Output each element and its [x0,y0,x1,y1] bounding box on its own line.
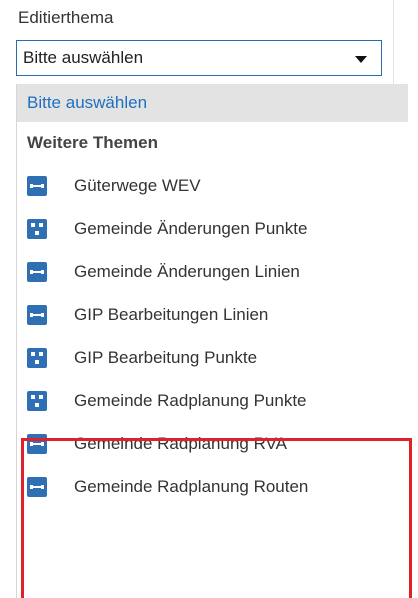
edit-theme-panel: Editierthema Bitte auswählen Bitte auswä… [0,0,418,598]
option-gemeinde-radplanung-punkte[interactable]: Gemeinde Radplanung Punkte [17,379,408,422]
chevron-down-icon[interactable] [355,56,367,63]
edit-theme-select[interactable]: Bitte auswählen [16,40,382,76]
option-label: GIP Bearbeitung Punkte [74,347,258,367]
divider [393,0,394,85]
group-header: Weitere Themen [27,133,159,152]
line-layer-icon [27,175,47,196]
dropdown-list: Bitte auswählen Weitere Themen Güterwege… [16,84,408,598]
option-label: GIP Bearbeitungen Linien [74,304,269,324]
option-label: Gemeinde Radplanung Routen [74,476,309,496]
line-layer-icon [27,304,47,325]
point-layer-icon [27,347,47,368]
option-label: Gemeinde Änderungen Linien [74,261,300,281]
option-gemeinde-aenderungen-punkte[interactable]: Gemeinde Änderungen Punkte [17,207,408,250]
point-layer-icon [27,218,47,239]
option-gemeinde-radplanung-routen[interactable]: Gemeinde Radplanung Routen [17,465,408,508]
point-layer-icon [27,390,47,411]
option-gueterwege-wev[interactable]: Güterwege WEV [17,164,408,207]
field-label: Editierthema [18,8,114,27]
option-gemeinde-radplanung-rva[interactable]: Gemeinde Radplanung RVA [17,422,408,465]
line-layer-icon [27,433,47,454]
option-gip-bearbeitung-punkte[interactable]: GIP Bearbeitung Punkte [17,336,408,379]
option-gip-bearbeitungen-linien[interactable]: GIP Bearbeitungen Linien [17,293,408,336]
option-label: Gemeinde Radplanung RVA [74,433,287,453]
select-value: Bitte auswählen [23,48,144,67]
option-label: Gemeinde Radplanung Punkte [74,390,307,410]
option-label: Güterwege WEV [74,175,201,195]
line-layer-icon [27,261,47,282]
line-layer-icon [27,476,47,497]
option-label: Gemeinde Änderungen Punkte [74,218,308,238]
option-placeholder[interactable]: Bitte auswählen [17,84,408,122]
option-gemeinde-aenderungen-linien[interactable]: Gemeinde Änderungen Linien [17,250,408,293]
